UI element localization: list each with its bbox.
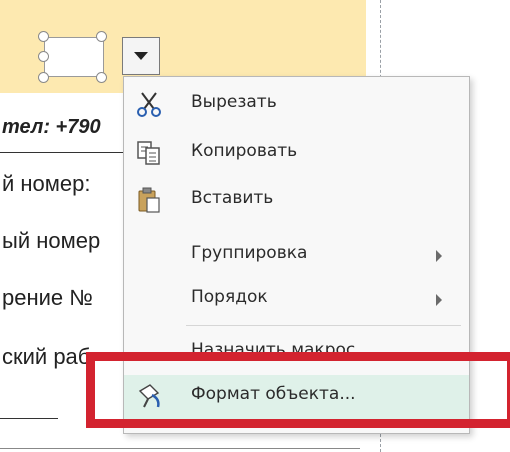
doc-underline	[0, 418, 58, 419]
resize-handle-bottom-mid[interactable]	[96, 72, 107, 83]
resize-handle-top-mid[interactable]	[96, 31, 107, 42]
submenu-arrow-icon	[436, 294, 442, 306]
menu-item-copy[interactable]: Копировать	[124, 132, 469, 174]
menu-separator	[186, 325, 461, 326]
doc-text-number-2: ый номер	[2, 228, 101, 253]
dropdown-arrow-icon	[134, 52, 148, 60]
doc-divider	[0, 152, 125, 153]
resize-handle-mid-left[interactable]	[38, 51, 49, 62]
combo-box-control[interactable]	[44, 37, 104, 77]
doc-text-phone: тел: +790	[2, 116, 101, 138]
menu-item-paste-label: Вставить	[191, 188, 274, 208]
menu-item-order[interactable]: Порядок	[124, 278, 469, 320]
doc-text-worker: ский раб	[2, 344, 91, 369]
menu-item-grouping-label: Группировка	[191, 243, 308, 263]
menu-item-grouping[interactable]: Группировка	[124, 234, 469, 276]
doc-text-certificate: рение №	[2, 285, 93, 310]
combo-dropdown-button[interactable]	[122, 37, 160, 75]
doc-bottom-rule	[0, 448, 360, 449]
menu-item-order-label: Порядок	[191, 287, 268, 307]
menu-item-cut[interactable]: Вырезать	[124, 83, 469, 125]
highlight-callout	[86, 352, 510, 428]
menu-item-cut-label: Вырезать	[191, 92, 277, 112]
resize-handle-top-left[interactable]	[38, 31, 49, 42]
doc-text-number-1: й номер:	[2, 171, 91, 196]
paste-icon	[138, 187, 160, 213]
resize-handle-bottom-left[interactable]	[38, 72, 49, 83]
menu-item-copy-label: Копировать	[191, 141, 298, 161]
menu-item-paste[interactable]: Вставить	[124, 179, 469, 221]
submenu-arrow-icon	[436, 250, 442, 262]
scissors-icon	[137, 92, 161, 117]
copy-icon	[137, 141, 160, 165]
